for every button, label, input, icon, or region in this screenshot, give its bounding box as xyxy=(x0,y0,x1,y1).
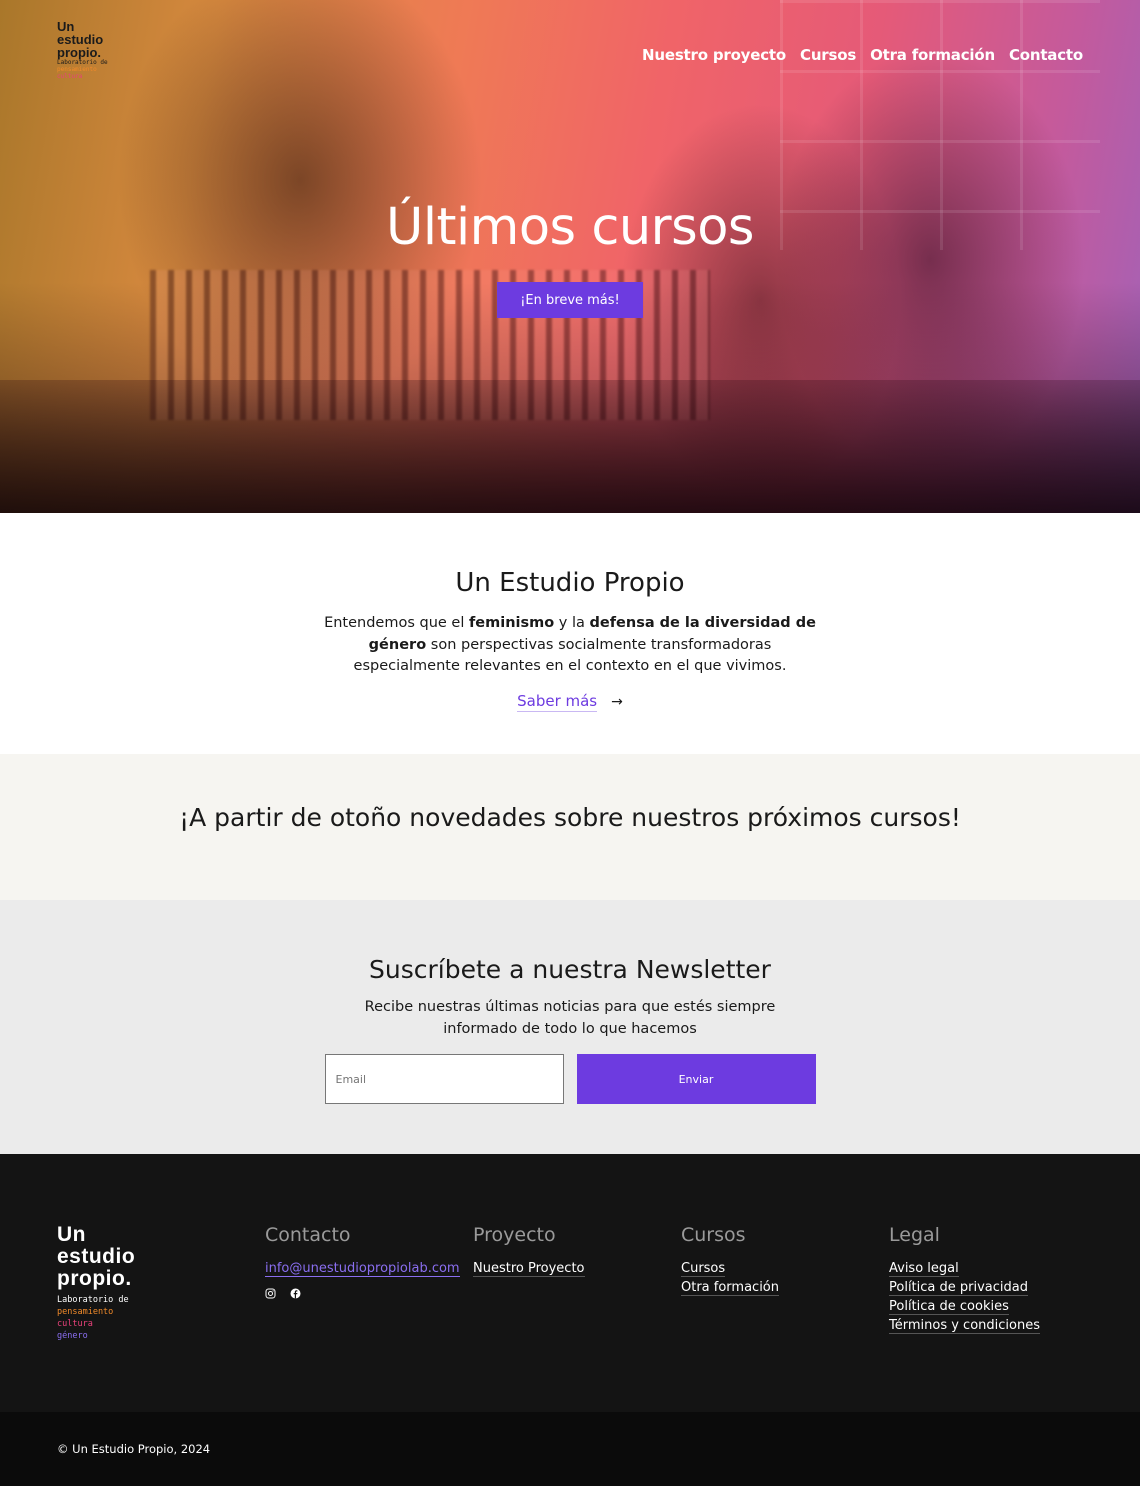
footer-link-cursos[interactable]: Cursos xyxy=(681,1259,779,1278)
saber-mas-link[interactable]: Saber más xyxy=(517,692,598,712)
nav-item-cursos[interactable]: Cursos xyxy=(800,46,856,64)
arrow-right-icon[interactable]: → xyxy=(611,694,623,710)
copyright-bar: © Un Estudio Propio, 2024 xyxy=(0,1412,1140,1486)
about-text-part: y la xyxy=(554,615,590,631)
logo-line-3: propio. xyxy=(57,45,102,60)
footer-link-nuestro-proyecto[interactable]: Nuestro Proyecto xyxy=(473,1259,585,1278)
about-title: Un Estudio Propio xyxy=(455,568,685,598)
footer-socials xyxy=(265,1288,460,1299)
footer-email-link[interactable]: info@unestudiopropiolab.com xyxy=(265,1259,460,1278)
newsletter-text: Recibe nuestras últimas noticias para qu… xyxy=(364,999,776,1037)
enviar-button[interactable]: Enviar xyxy=(576,1054,816,1104)
footer-courses-column: Cursos Cursos Otra formación xyxy=(681,1224,780,1297)
footer-link-text: Otra formación xyxy=(681,1280,780,1296)
site-logo[interactable]: Un estudio propio. Laboratorio de pensam… xyxy=(57,20,108,80)
instagram-icon[interactable] xyxy=(265,1288,276,1299)
footer-logo-line-3: propio. xyxy=(57,1267,132,1290)
hero-cta-button[interactable]: ¡En breve más! xyxy=(497,282,643,318)
footer-link-cookies[interactable]: Política de cookies xyxy=(889,1297,1040,1316)
about-text: Entendemos que el feminismo y la defensa… xyxy=(320,613,820,678)
about-section: Un Estudio Propio Entendemos que el femi… xyxy=(0,513,1140,754)
footer-link-text: Política de privacidad xyxy=(889,1280,1028,1296)
email-field[interactable] xyxy=(324,1054,564,1104)
footer-tag-cultura: cultura xyxy=(57,1319,93,1329)
footer-courses-title: Cursos xyxy=(681,1224,746,1246)
logo-tag-laboratorio: Laboratorio de xyxy=(57,59,108,66)
logo-tag-cultura: cultura xyxy=(57,73,83,80)
footer-contact-title: Contacto xyxy=(265,1224,351,1246)
copyright-text: © Un Estudio Propio, 2024 xyxy=(57,1442,211,1456)
hero-section: Un estudio propio. Laboratorio de pensam… xyxy=(0,0,1140,513)
main-nav: Nuestro proyecto Cursos Otra formación C… xyxy=(642,46,1083,64)
saber-mas-row: Saber más → xyxy=(517,692,623,712)
footer-logo-line-2: estudio xyxy=(57,1245,136,1268)
about-bold-feminismo: feminismo xyxy=(468,615,555,631)
nav-item-otra-formacion[interactable]: Otra formación xyxy=(870,46,995,64)
nav-item-nuestro-proyecto[interactable]: Nuestro proyecto xyxy=(642,46,786,64)
footer-link-text: Aviso legal xyxy=(889,1261,959,1277)
footer-link-text: Términos y condiciones xyxy=(889,1318,1040,1334)
footer-link-text: Nuestro Proyecto xyxy=(473,1261,585,1277)
footer-logo-tagline: Laboratorio de pensamiento cultura géner… xyxy=(57,1294,135,1342)
footer-link-privacidad[interactable]: Política de privacidad xyxy=(889,1278,1040,1297)
hero-title: Últimos cursos xyxy=(385,198,755,257)
announcement-title: ¡A partir de otoño novedades sobre nuest… xyxy=(179,802,961,832)
announcement-section: ¡A partir de otoño novedades sobre nuest… xyxy=(0,754,1140,900)
footer-link-otra-formacion[interactable]: Otra formación xyxy=(681,1278,780,1297)
about-text-part: Entendemos que el xyxy=(324,615,469,631)
footer-tag-genero: género xyxy=(57,1331,88,1341)
footer-tag-pensamiento: pensamiento xyxy=(57,1307,114,1317)
logo-tag-pensamiento: pensamiento xyxy=(57,66,97,73)
footer-link-aviso-legal[interactable]: Aviso legal xyxy=(889,1259,1040,1278)
footer-project-column: Proyecto Nuestro Proyecto xyxy=(473,1224,585,1278)
newsletter-section: Suscríbete a nuestra Newsletter Recibe n… xyxy=(0,900,1140,1154)
newsletter-form: Enviar xyxy=(324,1054,816,1104)
footer-email-text: info@unestudiopropiolab.com xyxy=(265,1261,460,1277)
footer-project-title: Proyecto xyxy=(473,1224,556,1246)
newsletter-title: Suscríbete a nuestra Newsletter xyxy=(369,955,771,984)
footer-link-text: Política de cookies xyxy=(889,1299,1009,1315)
nav-item-contacto[interactable]: Contacto xyxy=(1009,46,1083,64)
footer-logo-line-1: Un xyxy=(57,1223,86,1246)
footer-legal-column: Legal Aviso legal Política de privacidad… xyxy=(889,1224,1040,1335)
footer-tag-laboratorio: Laboratorio de xyxy=(57,1295,129,1305)
footer-legal-title: Legal xyxy=(889,1224,940,1246)
footer-link-text: Cursos xyxy=(681,1261,726,1277)
footer-link-terminos[interactable]: Términos y condiciones xyxy=(889,1316,1040,1335)
footer: Un estudio propio. Laboratorio de pensam… xyxy=(0,1154,1140,1412)
facebook-icon[interactable] xyxy=(290,1288,301,1299)
footer-logo[interactable]: Un estudio propio. Laboratorio de pensam… xyxy=(57,1224,135,1342)
footer-contact-column: Contacto info@unestudiopropiolab.com xyxy=(265,1224,460,1299)
hero-background-bench xyxy=(0,380,1140,513)
